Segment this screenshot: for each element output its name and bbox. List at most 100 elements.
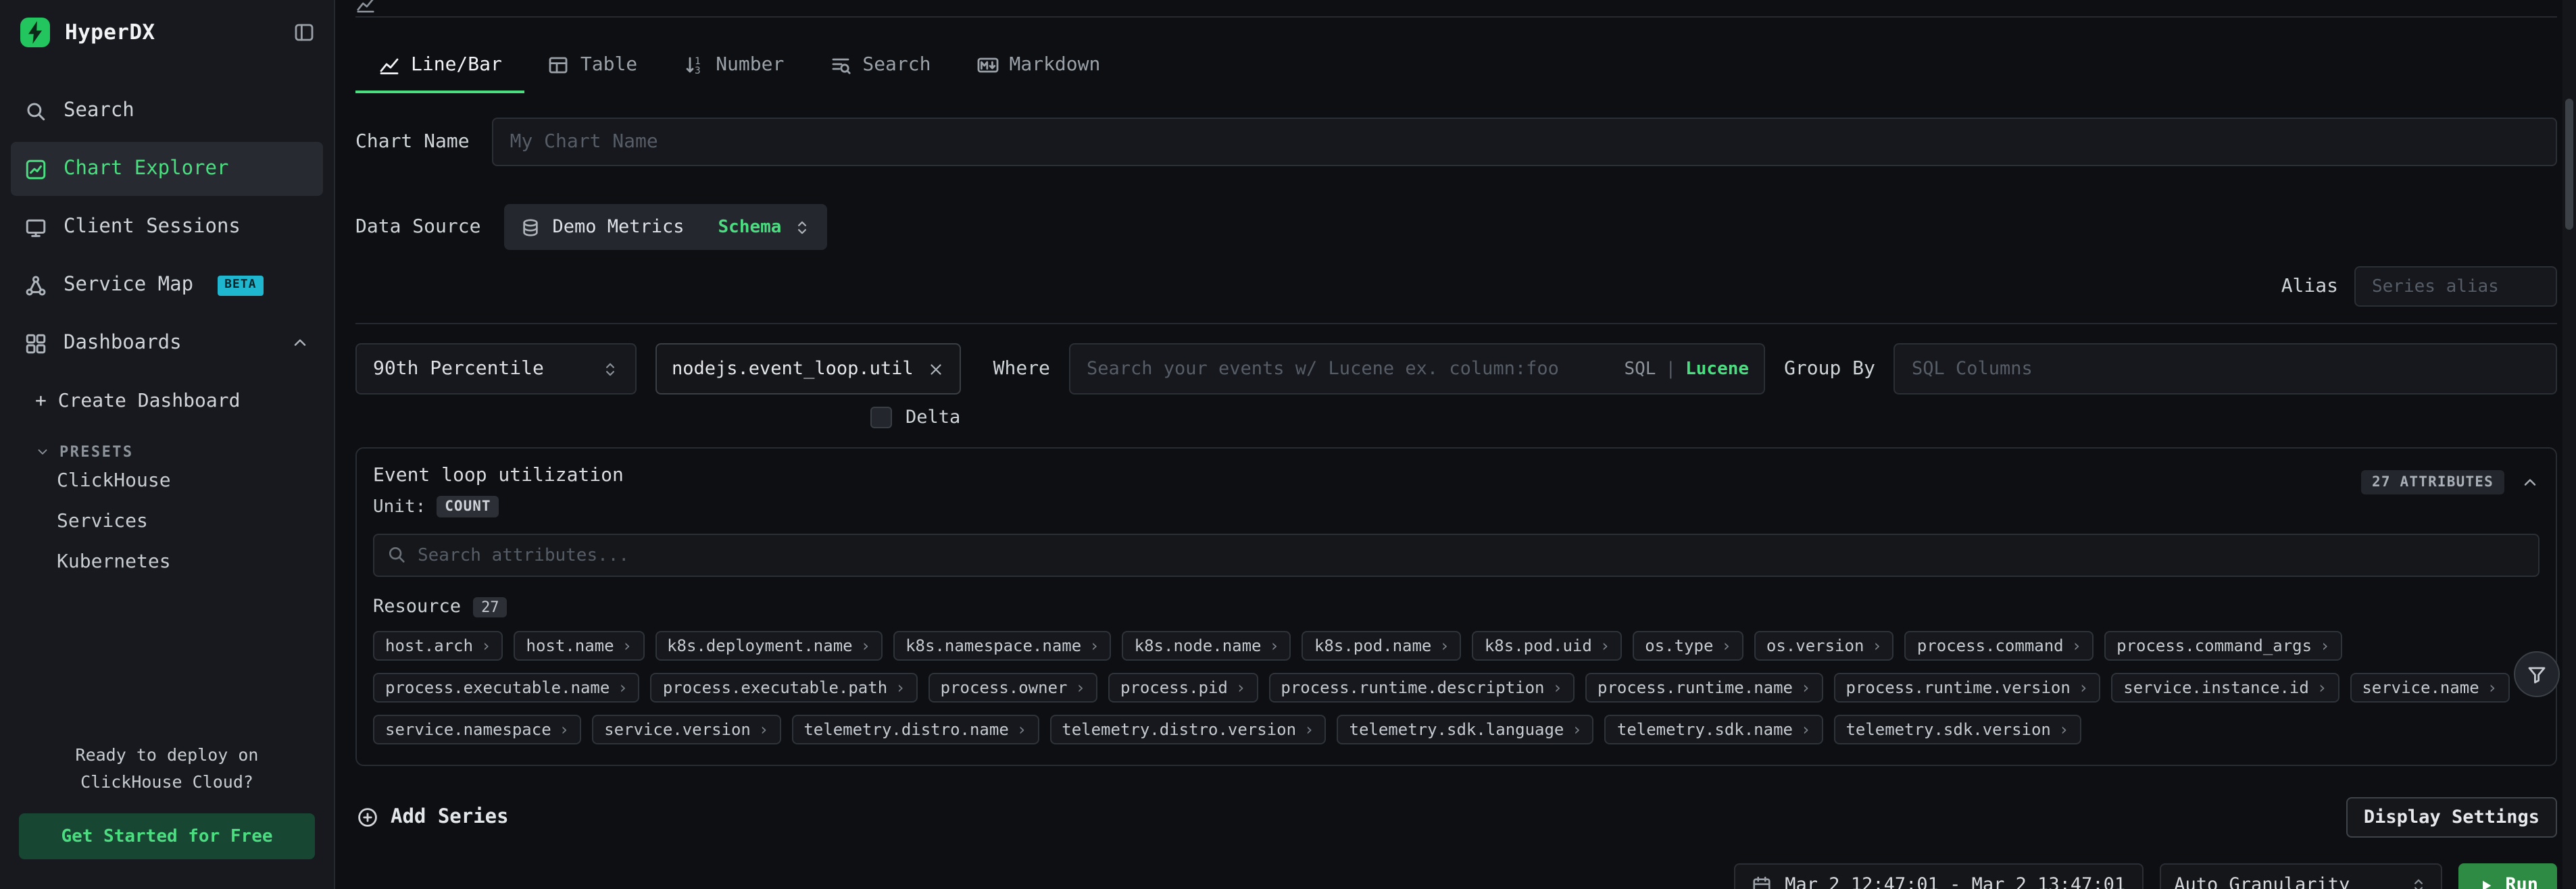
svg-text:3: 3 — [694, 66, 700, 76]
collapse-sidebar-icon[interactable] — [293, 22, 315, 43]
attribute-chip[interactable]: process.executable.path › — [651, 673, 918, 703]
sidebar-item-client-sessions[interactable]: Client Sessions — [11, 200, 323, 254]
add-series-button[interactable]: Add Series — [355, 807, 509, 828]
chart-explorer-icon — [24, 157, 47, 180]
attribute-chip[interactable]: os.type › — [1633, 631, 1743, 661]
attribute-chip[interactable]: os.version › — [1754, 631, 1894, 661]
filter-fab-button[interactable] — [2514, 651, 2560, 697]
attribute-chip[interactable]: k8s.namespace.name › — [893, 631, 1112, 661]
collapse-panel-chevron-icon[interactable] — [2521, 473, 2540, 492]
chart-name-input[interactable] — [493, 118, 2557, 166]
display-settings-button[interactable]: Display Settings — [2346, 797, 2557, 838]
chevron-up-icon[interactable] — [291, 334, 309, 353]
attribute-chip-label: process.pid — [1120, 678, 1228, 697]
attribute-chip-label: k8s.pod.uid — [1485, 636, 1592, 655]
resource-group-count: 27 — [473, 596, 507, 617]
chevron-right-icon: › — [1075, 680, 1085, 696]
preset-item[interactable]: ClickHouse — [11, 461, 323, 501]
delta-row: Delta — [870, 407, 2557, 428]
attribute-chip-label: k8s.namespace.name — [906, 636, 1081, 655]
alias-input[interactable] — [2354, 266, 2557, 307]
aggregation-select[interactable]: 90th Percentile — [355, 343, 637, 395]
attribute-chip[interactable]: telemetry.sdk.name › — [1605, 715, 1823, 744]
sidebar: HyperDX Search Chart Explorer — [0, 0, 335, 889]
plus-circle-icon — [357, 807, 378, 828]
attribute-chips: host.arch › host.name › k8s.deployment.n… — [373, 631, 2540, 744]
attribute-chip-label: os.version — [1766, 636, 1864, 655]
chevron-right-icon: › — [560, 721, 569, 738]
preset-item[interactable]: Kubernetes — [11, 542, 323, 582]
attribute-search-input[interactable] — [373, 534, 2540, 577]
sidebar-item-service-map[interactable]: Service Map BETA — [11, 258, 323, 312]
attribute-chip-label: os.type — [1645, 636, 1713, 655]
actions-row: Add Series Display Settings — [355, 797, 2557, 838]
attribute-chip[interactable]: telemetry.sdk.language › — [1337, 715, 1594, 744]
attribute-chip[interactable]: telemetry.distro.version › — [1049, 715, 1326, 744]
sidebar-item-dashboards[interactable]: Dashboards — [11, 316, 323, 370]
attribute-chip[interactable]: k8s.deployment.name › — [655, 631, 883, 661]
attribute-chip-label: process.command — [1917, 636, 2064, 655]
cloud-promo-text: Ready to deploy on ClickHouse Cloud? — [19, 742, 315, 795]
chevron-right-icon: › — [2079, 680, 2088, 696]
attribute-chip-label: telemetry.distro.version — [1062, 720, 1296, 739]
sidebar-item-search[interactable]: Search — [11, 84, 323, 138]
presets-list: ClickHouse Services Kubernetes — [11, 461, 323, 582]
remove-metric-icon[interactable] — [927, 360, 945, 378]
chevron-right-icon: › — [2317, 680, 2327, 696]
tab-search[interactable]: Search — [807, 39, 953, 93]
attribute-chip[interactable]: k8s.pod.name › — [1302, 631, 1462, 661]
run-button[interactable]: Run — [2458, 863, 2557, 889]
attribute-chip[interactable]: host.arch › — [373, 631, 503, 661]
tab-table[interactable]: Table — [525, 39, 660, 93]
chevron-right-icon: › — [2320, 638, 2329, 654]
data-source-select[interactable]: Demo Metrics Schema — [503, 204, 827, 250]
chevron-right-icon: › — [1801, 721, 1810, 738]
chevron-right-icon: › — [1439, 638, 1449, 654]
tab-markdown[interactable]: Markdown — [954, 39, 1124, 93]
attribute-chip[interactable]: telemetry.distro.name › — [791, 715, 1039, 744]
date-range-picker[interactable]: Mar 2 12:47:01 - Mar 2 13:47:01 — [1733, 863, 2143, 889]
group-by-input[interactable] — [1894, 343, 2557, 395]
lucene-toggle[interactable]: Lucene — [1685, 359, 1749, 379]
tab-number[interactable]: 13 Number — [660, 39, 807, 93]
attribute-chip[interactable]: k8s.pod.uid › — [1472, 631, 1622, 661]
granularity-select[interactable]: Auto Granularity — [2159, 863, 2442, 889]
attribute-chip[interactable]: service.instance.id › — [2111, 673, 2339, 703]
attribute-chip[interactable]: process.runtime.description › — [1268, 673, 1575, 703]
chevron-right-icon: › — [2487, 680, 2497, 696]
schema-button[interactable]: Schema — [718, 217, 782, 237]
attribute-chip[interactable]: process.command › — [1905, 631, 2094, 661]
bottom-controls-row: Mar 2 12:47:01 - Mar 2 13:47:01 Auto Gra… — [355, 863, 2557, 889]
hyperdx-logo-icon — [19, 16, 51, 49]
sidebar-item-label: Chart Explorer — [64, 158, 228, 180]
toggle-separator: | — [1665, 359, 1676, 379]
attribute-chip[interactable]: telemetry.sdk.version › — [1833, 715, 2081, 744]
tab-line-bar[interactable]: Line/Bar — [355, 39, 525, 93]
preset-item[interactable]: Services — [11, 501, 323, 542]
get-started-button[interactable]: Get Started for Free — [19, 813, 315, 859]
attribute-chip[interactable]: process.owner › — [928, 673, 1097, 703]
metric-chip[interactable]: nodejs.event_loop.util — [655, 343, 961, 395]
attribute-chip[interactable]: service.version › — [592, 715, 781, 744]
attribute-chip[interactable]: process.runtime.name › — [1585, 673, 1823, 703]
attribute-chip[interactable]: process.executable.name › — [373, 673, 640, 703]
chevron-right-icon: › — [895, 680, 905, 696]
presets-section-toggle[interactable]: PRESETS — [11, 443, 323, 461]
attribute-chip[interactable]: process.pid › — [1108, 673, 1258, 703]
create-dashboard-button[interactable]: + Create Dashboard — [11, 378, 323, 424]
chart-name-label: Chart Name — [355, 131, 470, 153]
monitor-icon — [24, 215, 47, 238]
attribute-chip[interactable]: service.name › — [2350, 673, 2509, 703]
search-icon — [24, 99, 47, 122]
attribute-chip[interactable]: process.command_args › — [2104, 631, 2342, 661]
delta-checkbox[interactable] — [870, 407, 892, 428]
sidebar-footer: Ready to deploy on ClickHouse Cloud? Get… — [0, 723, 334, 889]
attribute-chip[interactable]: host.name › — [514, 631, 645, 661]
scrollbar-thumb[interactable] — [2565, 99, 2573, 230]
sql-toggle[interactable]: SQL — [1625, 359, 1656, 379]
attribute-chip[interactable]: service.namespace › — [373, 715, 581, 744]
attribute-chip[interactable]: process.runtime.version › — [1833, 673, 2100, 703]
attribute-chip[interactable]: k8s.node.name › — [1122, 631, 1291, 661]
scrollbar[interactable] — [2562, 0, 2576, 889]
sidebar-item-chart-explorer[interactable]: Chart Explorer — [11, 142, 323, 196]
